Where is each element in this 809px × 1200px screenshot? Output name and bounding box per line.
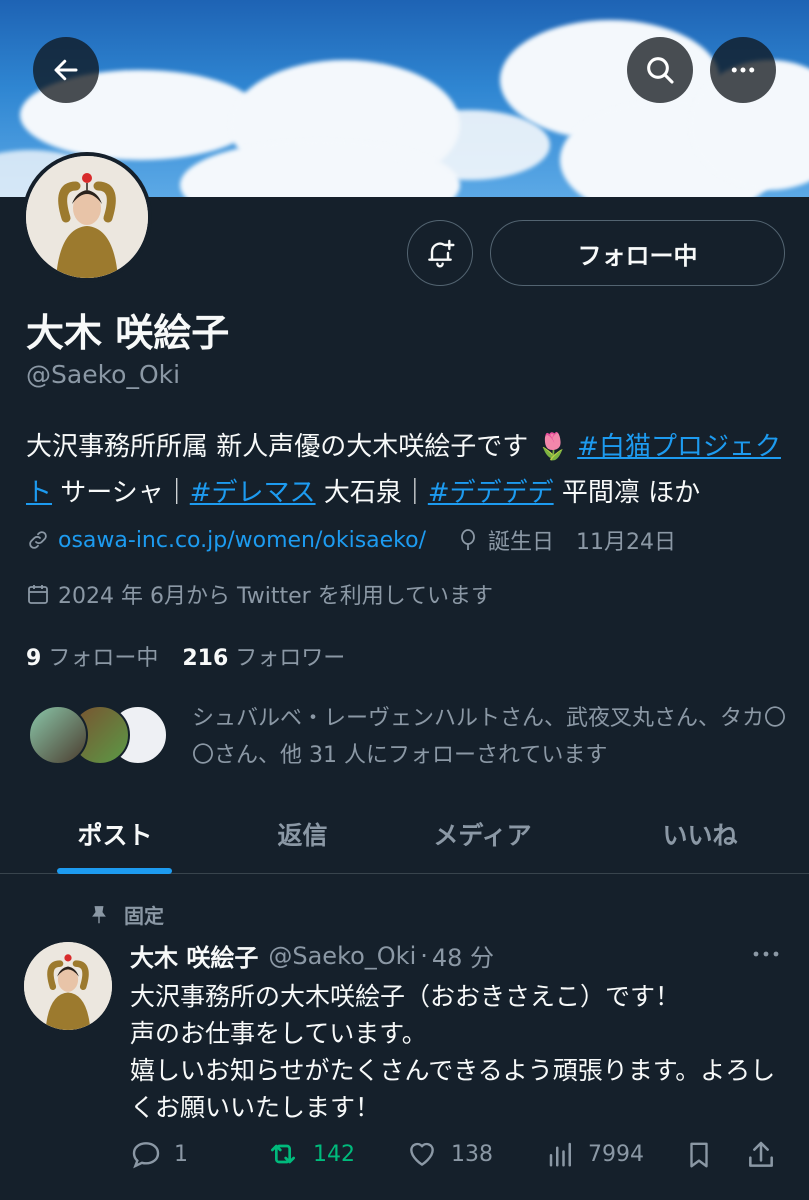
heart-icon [410,1142,434,1166]
pin-icon [92,905,106,923]
repost-icon [271,1144,295,1164]
hashtag-deremas[interactable]: #デレマス [190,478,316,508]
post-text: 大沢事務所の大木咲絵子（おおきさえこ）です！ 声のお仕事をしています。 嬉しいお… [130,982,776,1122]
profile-bio: 大沢事務所所属 新人声優の大木咲絵子です 🌷 #白猫プロジェクト サーシャ｜#デ… [26,424,791,516]
search-button[interactable] [627,37,693,103]
tab-likes[interactable]: いいね [610,795,790,873]
views-button[interactable]: 7994 [546,1138,644,1170]
bookmark-icon [690,1142,708,1168]
bar-chart-icon [549,1142,571,1167]
post-more-button[interactable] [748,942,784,970]
active-tab-indicator [57,868,172,874]
calendar-icon [28,585,48,604]
repost-button[interactable]: 142 [265,1138,355,1170]
followed-by-avatars[interactable] [28,705,178,769]
tab-replies[interactable]: 返信 [210,795,395,873]
search-icon [647,57,674,84]
following-button[interactable]: フォロー中 [490,220,785,286]
post-header: 大木 咲絵子 @Saeko_Oki · 48 分 [130,938,494,973]
arrow-left-icon [54,59,78,81]
avatar [28,705,88,765]
more-button[interactable] [710,37,776,103]
reply-icon [132,1142,160,1169]
followers-count-link[interactable]: 216 フォロワー [182,640,345,672]
followed-by-text[interactable]: シュバルベ・レーヴェンハルトさん、武夜叉丸さん、タカ〇〇さん、他 31 人にフォ… [192,700,792,774]
reply-button[interactable]: 1 [130,1138,188,1170]
like-button[interactable]: 138 [405,1138,493,1170]
link-icon [29,531,47,549]
pinned-label: 固定 [88,900,164,929]
bio-text: 平間凛 ほか [553,478,701,508]
notification-button[interactable] [407,220,473,286]
separator: · [420,941,428,970]
post-author-name[interactable]: 大木 咲絵子 [130,938,258,973]
profile-name: 大木 咲絵子 [26,311,230,355]
bio-text: サーシャ｜ [52,478,190,508]
bell-plus-icon [428,239,455,268]
profile-avatar[interactable] [22,152,152,282]
bookmark-button[interactable] [684,1138,714,1172]
more-horizontal-icon [753,951,779,957]
birthday-label: 誕生日 [488,530,555,555]
tab-media[interactable]: メディア [395,795,570,873]
hashtag-dededede[interactable]: #デデデデ [428,478,554,508]
post-time[interactable]: 48 分 [432,938,494,973]
balloon-icon [461,529,475,550]
post-avatar[interactable] [24,942,112,1030]
profile-meta-row: osawa-inc.co.jp/women/okisaeko/ 誕生日 11月2… [26,524,676,556]
follow-counts: 9 フォロー中 216 フォロワー [26,640,345,672]
tab-posts[interactable]: ポスト [20,795,210,873]
post-author-handle[interactable]: @Saeko_Oki [268,942,416,970]
share-button[interactable] [745,1138,777,1172]
bio-text: 大石泉｜ [315,478,428,508]
website-link[interactable]: osawa-inc.co.jp/women/okisaeko/ [58,528,426,553]
profile-handle: @Saeko_Oki [26,360,181,389]
bio-text: 大沢事務所所属 新人声優の大木咲絵子です [26,432,529,462]
back-button[interactable] [33,37,99,103]
joined-date: 2024 年 6月から Twitter を利用しています [58,584,494,609]
more-horizontal-icon [731,67,755,73]
share-icon [749,1141,773,1167]
following-count-link[interactable]: 9 フォロー中 [26,640,158,672]
tulip-emoji: 🌷 [536,432,569,462]
birthday-value: 11月24日 [576,530,677,555]
joined-row: 2024 年 6月から Twitter を利用しています [26,578,493,610]
profile-tabs: ポスト 返信 メディア いいね [0,795,809,874]
